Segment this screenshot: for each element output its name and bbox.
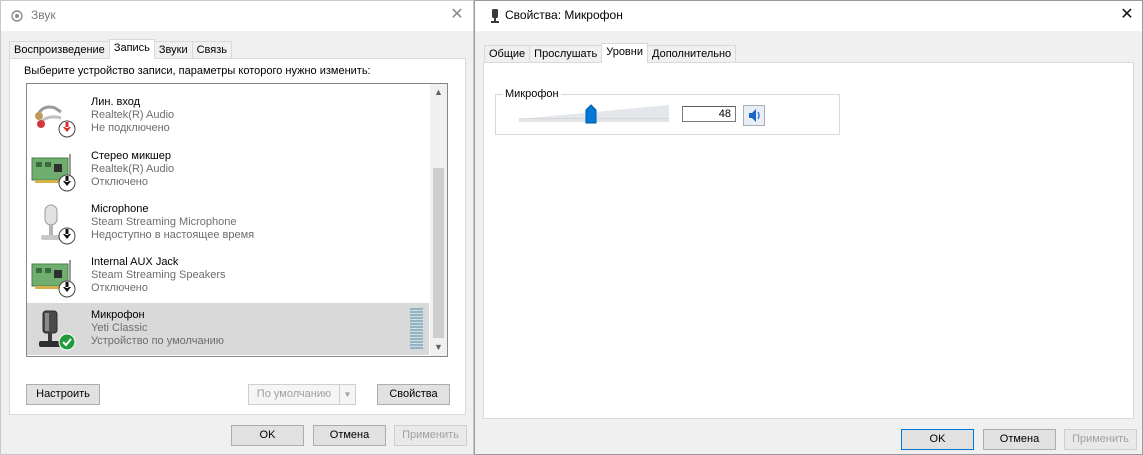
properties-tabs: Общие Прослушать Уровни Дополнительно — [484, 43, 737, 63]
device-name: Стерео микшер — [91, 150, 171, 162]
recording-panel: Выберите устройство записи, параметры ко… — [9, 58, 466, 415]
device-list[interactable]: Лин. вход Realtek(R) Audio Не подключено… — [26, 83, 448, 357]
device-driver: Steam Streaming Microphone — [91, 216, 237, 228]
tab-advanced[interactable]: Дополнительно — [647, 45, 737, 63]
tab-general[interactable]: Общие — [484, 45, 531, 63]
microphone-icon — [41, 204, 76, 245]
device-status: Не подключено — [91, 122, 170, 134]
configure-button[interactable]: Настроить — [26, 384, 100, 405]
tab-playback[interactable]: Воспроизведение — [9, 41, 110, 59]
list-item-steam-microphone[interactable]: Microphone Steam Streaming Microphone Не… — [27, 197, 429, 249]
slider-thumb[interactable] — [585, 104, 597, 124]
properties-cancel-button[interactable]: Отмена — [983, 429, 1056, 450]
sound-tabs: Воспроизведение Запись Звуки Связь — [9, 39, 233, 59]
device-driver: Yeti Classic — [91, 322, 148, 334]
list-item-line-in[interactable]: Лин. вход Realtek(R) Audio Не подключено — [27, 90, 429, 142]
device-driver: Steam Streaming Speakers — [91, 269, 226, 281]
device-status: Недоступно в настоящее время — [91, 229, 255, 241]
sound-titlebar[interactable]: Звук ✕ — [1, 1, 473, 31]
levels-panel: Микрофон 48 — [483, 62, 1134, 419]
list-item-stereo-mix[interactable]: Стерео микшер Realtek(R) Audio Отключено — [27, 144, 429, 196]
properties-window: Свойства: Микрофон ✕ Общие Прослушать Ур… — [474, 0, 1143, 455]
set-default-button[interactable]: По умолчанию ▼ — [248, 384, 356, 405]
tab-recording[interactable]: Запись — [108, 39, 155, 59]
device-status: Отключено — [91, 282, 148, 294]
device-driver: Realtek(R) Audio — [91, 109, 175, 121]
tab-communications[interactable]: Связь — [191, 41, 233, 59]
device-driver: Realtek(R) Audio — [91, 163, 175, 175]
sound-window: Звук ✕ Воспроизведение Запись Звуки Связ… — [0, 0, 474, 455]
properties-close-button[interactable]: ✕ — [1117, 5, 1137, 25]
speaker-volume-icon — [749, 109, 760, 122]
sound-close-button[interactable]: ✕ — [447, 5, 467, 25]
level-value-field[interactable]: 48 — [682, 106, 736, 122]
sound-cancel-button[interactable]: Отмена — [313, 425, 386, 446]
microphone-icon — [39, 310, 76, 351]
tab-listen[interactable]: Прослушать — [529, 45, 603, 63]
device-list-scrollbar[interactable]: ▲ ▼ — [430, 84, 447, 356]
properties-ok-button[interactable]: OK — [901, 429, 974, 450]
device-name: Лин. вход — [91, 96, 141, 108]
device-status: Отключено — [91, 176, 148, 188]
level-group-label: Микрофон — [503, 88, 561, 100]
device-status: Устройство по умолчанию — [91, 335, 225, 347]
scrollbar-thumb[interactable] — [433, 168, 444, 338]
sound-ok-button[interactable]: OK — [231, 425, 304, 446]
microphone-title-icon — [491, 9, 499, 23]
list-item-yeti-microphone[interactable]: Микрофон Yeti Classic Устройство по умол… — [27, 303, 429, 355]
device-name: Microphone — [91, 203, 149, 215]
device-name: Internal AUX Jack — [91, 256, 179, 268]
sound-card-icon — [31, 260, 76, 298]
list-item-internal-aux-jack[interactable]: Internal AUX Jack Steam Streaming Speake… — [27, 250, 429, 302]
device-name: Микрофон — [91, 309, 145, 321]
sound-window-title: Звук — [31, 8, 56, 22]
mute-toggle-button[interactable] — [743, 105, 765, 126]
level-meter — [410, 308, 423, 350]
speaker-title-icon — [11, 10, 23, 22]
instruction-text: Выберите устройство записи, параметры ко… — [24, 65, 371, 77]
tab-levels[interactable]: Уровни — [601, 43, 648, 63]
scroll-up-arrow-icon[interactable]: ▲ — [430, 84, 447, 101]
dropdown-arrow-icon[interactable]: ▼ — [339, 385, 355, 404]
line-in-jack-icon — [35, 105, 76, 138]
properties-titlebar[interactable]: Свойства: Микрофон ✕ — [475, 1, 1142, 31]
sound-apply-button[interactable]: Применить — [394, 425, 467, 446]
set-default-label: По умолчанию — [256, 388, 332, 400]
properties-apply-button[interactable]: Применить — [1064, 429, 1137, 450]
sound-card-icon — [31, 154, 76, 192]
properties-window-title: Свойства: Микрофон — [505, 8, 623, 22]
scroll-down-arrow-icon[interactable]: ▼ — [430, 339, 447, 356]
tab-sounds[interactable]: Звуки — [153, 41, 193, 59]
level-slider[interactable] — [519, 103, 669, 125]
properties-button[interactable]: Свойства — [377, 384, 450, 405]
